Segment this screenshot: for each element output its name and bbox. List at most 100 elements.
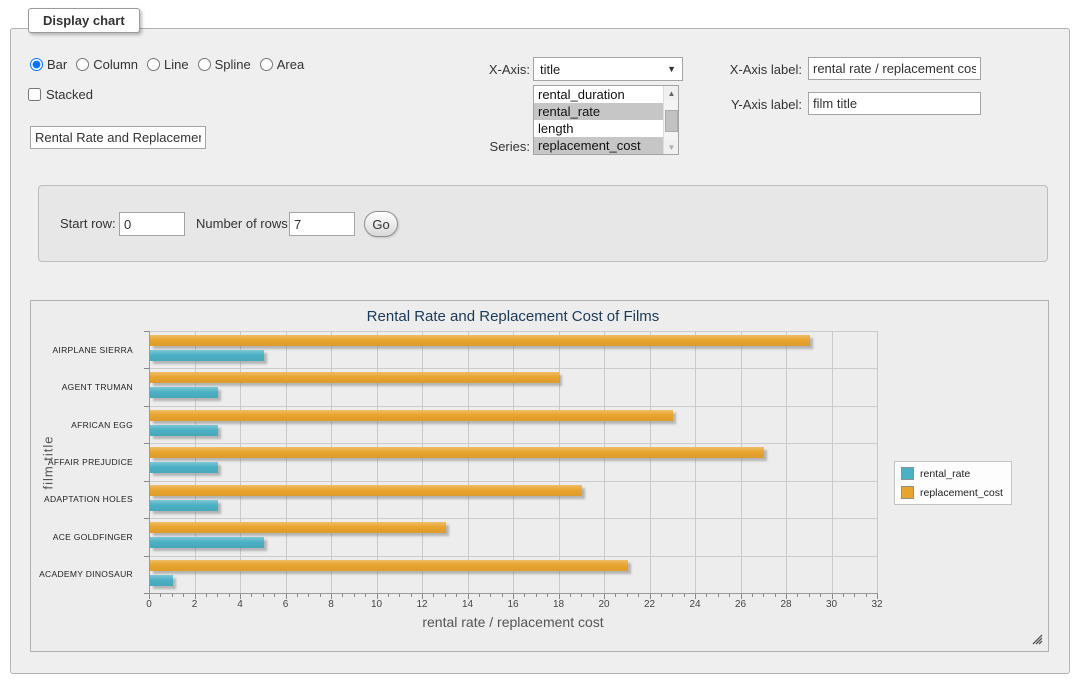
legend-swatch xyxy=(901,486,914,499)
x-axis-minor-tick xyxy=(809,594,810,597)
chart-type-column[interactable]: Column xyxy=(76,57,138,72)
chart-type-line[interactable]: Line xyxy=(147,57,189,72)
gridline xyxy=(149,443,877,444)
category-label: AGENT TRUMAN xyxy=(31,368,141,405)
x-axis-minor-tick xyxy=(729,594,730,597)
gridline xyxy=(149,368,877,369)
y-axis-label-field-label: Y-Axis label: xyxy=(702,97,802,112)
chart-container: Rental Rate and Replacement Cost of Film… xyxy=(30,300,1049,652)
stacked-checkbox[interactable] xyxy=(28,88,41,101)
x-axis-minor-tick xyxy=(354,594,355,597)
bar-rental_rate xyxy=(150,425,218,436)
chart-type-radio-bar[interactable] xyxy=(30,58,43,71)
gridline xyxy=(604,331,605,593)
series-option-length[interactable]: length xyxy=(534,120,678,137)
chart-title-input[interactable] xyxy=(30,126,206,149)
x-axis-minor-tick xyxy=(206,594,207,597)
bar-replacement_cost xyxy=(150,560,628,571)
dropdown-arrow-icon: ▼ xyxy=(667,64,676,74)
x-axis-line xyxy=(149,593,878,594)
gridline xyxy=(741,331,742,593)
gridline xyxy=(650,331,651,593)
x-axis-minor-tick xyxy=(843,594,844,597)
x-axis-minor-tick xyxy=(502,594,503,597)
x-tick-label: 32 xyxy=(865,599,889,610)
chart-type-radio-area[interactable] xyxy=(260,58,273,71)
y-axis-label-input[interactable] xyxy=(808,92,981,115)
chart-type-label: Spline xyxy=(215,57,251,72)
x-axis-minor-tick xyxy=(263,594,264,597)
scroll-down-button[interactable]: ▼ xyxy=(664,140,679,154)
fieldset-legend: Display chart xyxy=(28,8,140,33)
chart-type-bar[interactable]: Bar xyxy=(30,57,67,72)
category-label: AIRPLANE SIERRA xyxy=(31,331,141,368)
rows-panel xyxy=(38,185,1048,262)
x-axis-minor-tick xyxy=(854,594,855,597)
x-axis-label-input[interactable] xyxy=(808,57,981,80)
y-axis-title: film title xyxy=(41,418,56,508)
gridline xyxy=(786,331,787,593)
chart-type-radio-line[interactable] xyxy=(147,58,160,71)
stacked-checkbox-row[interactable]: Stacked xyxy=(28,87,93,102)
series-listbox[interactable]: rental_durationrental_ratelengthreplacem… xyxy=(533,85,679,155)
chart-type-label: Line xyxy=(164,57,189,72)
page: Display chart Bar Column Line Spline Area St… xyxy=(0,0,1081,681)
number-of-rows-input[interactable] xyxy=(289,212,355,236)
chart-title: Rental Rate and Replacement Cost of Film… xyxy=(149,308,877,325)
x-axis-minor-tick xyxy=(672,594,673,597)
x-tick-label: 8 xyxy=(319,599,343,610)
scroll-up-button[interactable]: ▲ xyxy=(664,86,679,100)
chart-type-radio-column[interactable] xyxy=(76,58,89,71)
x-axis-minor-tick xyxy=(160,594,161,597)
chart-type-area[interactable]: Area xyxy=(260,57,304,72)
x-axis-minor-tick xyxy=(433,594,434,597)
x-tick-label: 6 xyxy=(274,599,298,610)
start-row-input[interactable] xyxy=(119,212,185,236)
series-option-rental_duration[interactable]: rental_duration xyxy=(534,86,678,103)
chart-type-radio-group: Bar Column Line Spline Area xyxy=(30,57,304,72)
gridline xyxy=(149,518,877,519)
x-axis-minor-tick xyxy=(411,594,412,597)
legend-item-rental_rate: rental_rate xyxy=(901,467,1003,480)
x-axis-minor-tick xyxy=(399,594,400,597)
x-axis-minor-tick xyxy=(183,594,184,597)
bar-replacement_cost xyxy=(150,410,673,421)
scroll-thumb[interactable] xyxy=(665,110,678,132)
legend-label: rental_rate xyxy=(920,468,970,480)
chart-type-label: Column xyxy=(93,57,138,72)
chart-legend: rental_rate replacement_cost xyxy=(894,461,1012,505)
chart-type-radio-spline[interactable] xyxy=(198,58,211,71)
x-axis-minor-tick xyxy=(797,594,798,597)
x-axis-minor-tick xyxy=(308,594,309,597)
x-axis-minor-tick xyxy=(752,594,753,597)
chart-type-spline[interactable]: Spline xyxy=(198,57,251,72)
gridline xyxy=(149,556,877,557)
x-tick-label: 2 xyxy=(183,599,207,610)
go-button[interactable]: Go xyxy=(364,211,398,237)
series-option-replacement_cost[interactable]: replacement_cost xyxy=(534,137,678,154)
x-tick-label: 30 xyxy=(820,599,844,610)
series-option-rental_rate[interactable]: rental_rate xyxy=(534,103,678,120)
start-row-label: Start row: xyxy=(60,216,116,231)
bar-rental_rate xyxy=(150,575,173,586)
x-axis-select-label: X-Axis: xyxy=(430,62,530,77)
gridline xyxy=(149,406,877,407)
x-tick-label: 18 xyxy=(547,599,571,610)
x-axis-minor-tick xyxy=(718,594,719,597)
x-axis-minor-tick xyxy=(547,594,548,597)
resize-grip-icon[interactable] xyxy=(1031,633,1043,645)
x-axis-select[interactable]: title ▼ xyxy=(533,57,683,81)
gridline xyxy=(240,331,241,593)
bar-rental_rate xyxy=(150,462,218,473)
x-tick-label: 28 xyxy=(774,599,798,610)
x-axis-minor-tick xyxy=(638,594,639,597)
x-tick-label: 20 xyxy=(592,599,616,610)
gridline xyxy=(422,331,423,593)
x-axis-minor-tick xyxy=(274,594,275,597)
x-axis-minor-tick xyxy=(172,594,173,597)
legend-label: replacement_cost xyxy=(920,487,1003,499)
gridline xyxy=(695,331,696,593)
x-axis-minor-tick xyxy=(297,594,298,597)
listbox-scrollbar[interactable]: ▲ ▼ xyxy=(663,86,678,154)
x-axis-minor-tick xyxy=(615,594,616,597)
